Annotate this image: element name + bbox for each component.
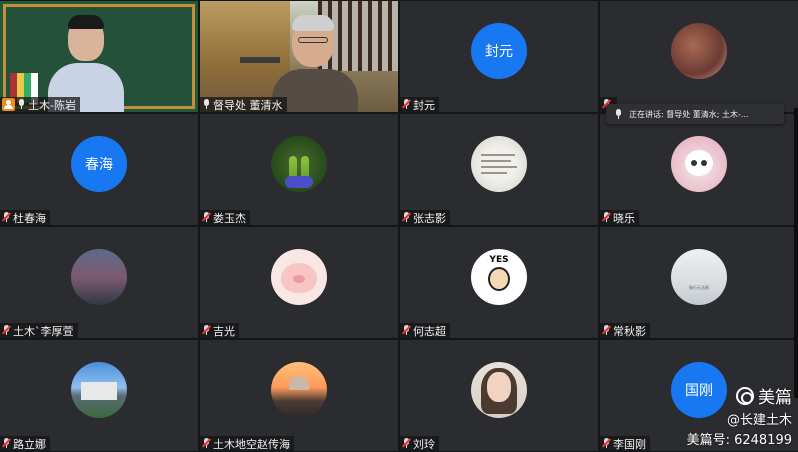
participant-name: 刘玲 bbox=[413, 437, 435, 451]
name-bar: 督导处 董清水 bbox=[200, 97, 287, 112]
participant-name: 土木-陈岩 bbox=[28, 98, 76, 112]
mic-muted-icon bbox=[1, 438, 12, 449]
mic-muted-icon bbox=[401, 212, 412, 223]
participant-tile[interactable] bbox=[600, 1, 798, 112]
avatar: 脑行无法痕 bbox=[671, 249, 727, 305]
meipian-id: 美篇号: 6248199 bbox=[686, 433, 792, 448]
avatar: 春海 bbox=[71, 136, 127, 192]
speaking-indicator-text: 正在讲话: 督导处 董清水; 土木-... bbox=[629, 109, 749, 119]
avatar bbox=[671, 23, 727, 79]
speaking-indicator: 正在讲话: 督导处 董清水; 土木-... bbox=[606, 104, 784, 124]
mic-muted-icon bbox=[401, 325, 412, 336]
mic-muted-icon bbox=[601, 325, 612, 336]
participant-tile[interactable]: 督导处 董清水 bbox=[200, 1, 398, 112]
name-bar: 常秋影 bbox=[600, 323, 650, 338]
avatar bbox=[471, 362, 527, 418]
participant-tile[interactable]: 吉光 bbox=[200, 227, 398, 338]
name-bar: 杜春海 bbox=[0, 210, 50, 225]
mic-icon bbox=[17, 99, 26, 110]
meipian-brand: 美篇 bbox=[758, 388, 792, 408]
name-bar: 刘玲 bbox=[400, 436, 439, 451]
participant-tile[interactable]: 路立娜 bbox=[0, 340, 198, 451]
participant-tile[interactable]: YES 何志超 bbox=[400, 227, 598, 338]
participant-tile[interactable]: 春海杜春海 bbox=[0, 114, 198, 225]
mic-muted-icon bbox=[601, 212, 612, 223]
name-bar: 吉光 bbox=[200, 323, 239, 338]
avatar bbox=[71, 362, 127, 418]
participant-name: 路立娜 bbox=[13, 437, 46, 451]
video-grid: 土木-陈岩 督导处 董清水 封元 封元 春海 杜春海 娄玉杰 张志影 晓乐 土木`李厚萱 吉光 YES… bbox=[0, 0, 798, 452]
participant-name: 张志影 bbox=[413, 211, 446, 225]
mic-icon bbox=[202, 99, 211, 110]
participant-name: 土木`李厚萱 bbox=[13, 324, 74, 338]
participant-name: 吉光 bbox=[213, 324, 235, 338]
participant-tile[interactable]: 土木-陈岩 bbox=[0, 1, 198, 112]
meipian-logo: 美篇 bbox=[736, 383, 792, 408]
participant-tile[interactable]: 土木`李厚萱 bbox=[0, 227, 198, 338]
participant-name: 李国刚 bbox=[613, 437, 646, 451]
participant-name: 土木地空赵传海 bbox=[213, 437, 290, 451]
mic-muted-icon bbox=[401, 99, 412, 110]
meipian-watermark: 美篇 @长建土木 美篇号: 6248199 bbox=[687, 383, 792, 448]
mic-muted-icon bbox=[601, 438, 612, 449]
participant-tile[interactable]: 张志影 bbox=[400, 114, 598, 225]
participant-tile[interactable]: 土木地空赵传海 bbox=[200, 340, 398, 451]
mic-muted-icon bbox=[201, 212, 212, 223]
mic-muted-icon bbox=[201, 438, 212, 449]
name-bar: 张志影 bbox=[400, 210, 450, 225]
name-bar: 路立娜 bbox=[0, 436, 50, 451]
name-bar: 李国刚 bbox=[600, 436, 650, 451]
avatar bbox=[71, 249, 127, 305]
mic-muted-icon bbox=[1, 325, 12, 336]
name-bar: 封元 bbox=[400, 97, 439, 112]
participant-tile[interactable]: 刘玲 bbox=[400, 340, 598, 451]
video-feed bbox=[200, 1, 398, 112]
avatar bbox=[271, 249, 327, 305]
name-bar: 何志超 bbox=[400, 323, 450, 338]
name-bar: 土木`李厚萱 bbox=[0, 323, 78, 338]
scrollbar[interactable] bbox=[794, 108, 798, 398]
participant-tile[interactable]: 脑行无法痕常秋影 bbox=[600, 227, 798, 338]
mic-muted-icon bbox=[1, 212, 12, 223]
participant-tile[interactable]: 娄玉杰 bbox=[200, 114, 398, 225]
meipian-account: @长建土木 bbox=[726, 413, 792, 428]
avatar bbox=[271, 136, 327, 192]
host-icon bbox=[2, 98, 15, 111]
name-bar: 土木-陈岩 bbox=[0, 97, 80, 112]
participant-name: 娄玉杰 bbox=[213, 211, 246, 225]
mic-muted-icon bbox=[201, 325, 212, 336]
participant-name: 晓乐 bbox=[613, 211, 635, 225]
mic-icon bbox=[614, 108, 623, 120]
participant-name: 常秋影 bbox=[613, 324, 646, 338]
avatar: 封元 bbox=[471, 23, 527, 79]
avatar bbox=[271, 362, 327, 418]
participant-name: 杜春海 bbox=[13, 211, 46, 225]
participant-tile[interactable]: 晓乐 bbox=[600, 114, 798, 225]
name-bar: 晓乐 bbox=[600, 210, 639, 225]
avatar bbox=[671, 136, 727, 192]
name-bar: 土木地空赵传海 bbox=[200, 436, 294, 451]
participant-name: 督导处 董清水 bbox=[213, 98, 283, 112]
mic-muted-icon bbox=[401, 438, 412, 449]
participant-tile[interactable]: 封元 封元 bbox=[400, 1, 598, 112]
meipian-logo-icon bbox=[736, 386, 754, 405]
avatar bbox=[471, 136, 527, 192]
avatar: YES bbox=[471, 249, 527, 305]
participant-name: 何志超 bbox=[413, 324, 446, 338]
name-bar: 娄玉杰 bbox=[200, 210, 250, 225]
participant-name: 封元 bbox=[413, 98, 435, 112]
video-feed bbox=[0, 1, 198, 112]
